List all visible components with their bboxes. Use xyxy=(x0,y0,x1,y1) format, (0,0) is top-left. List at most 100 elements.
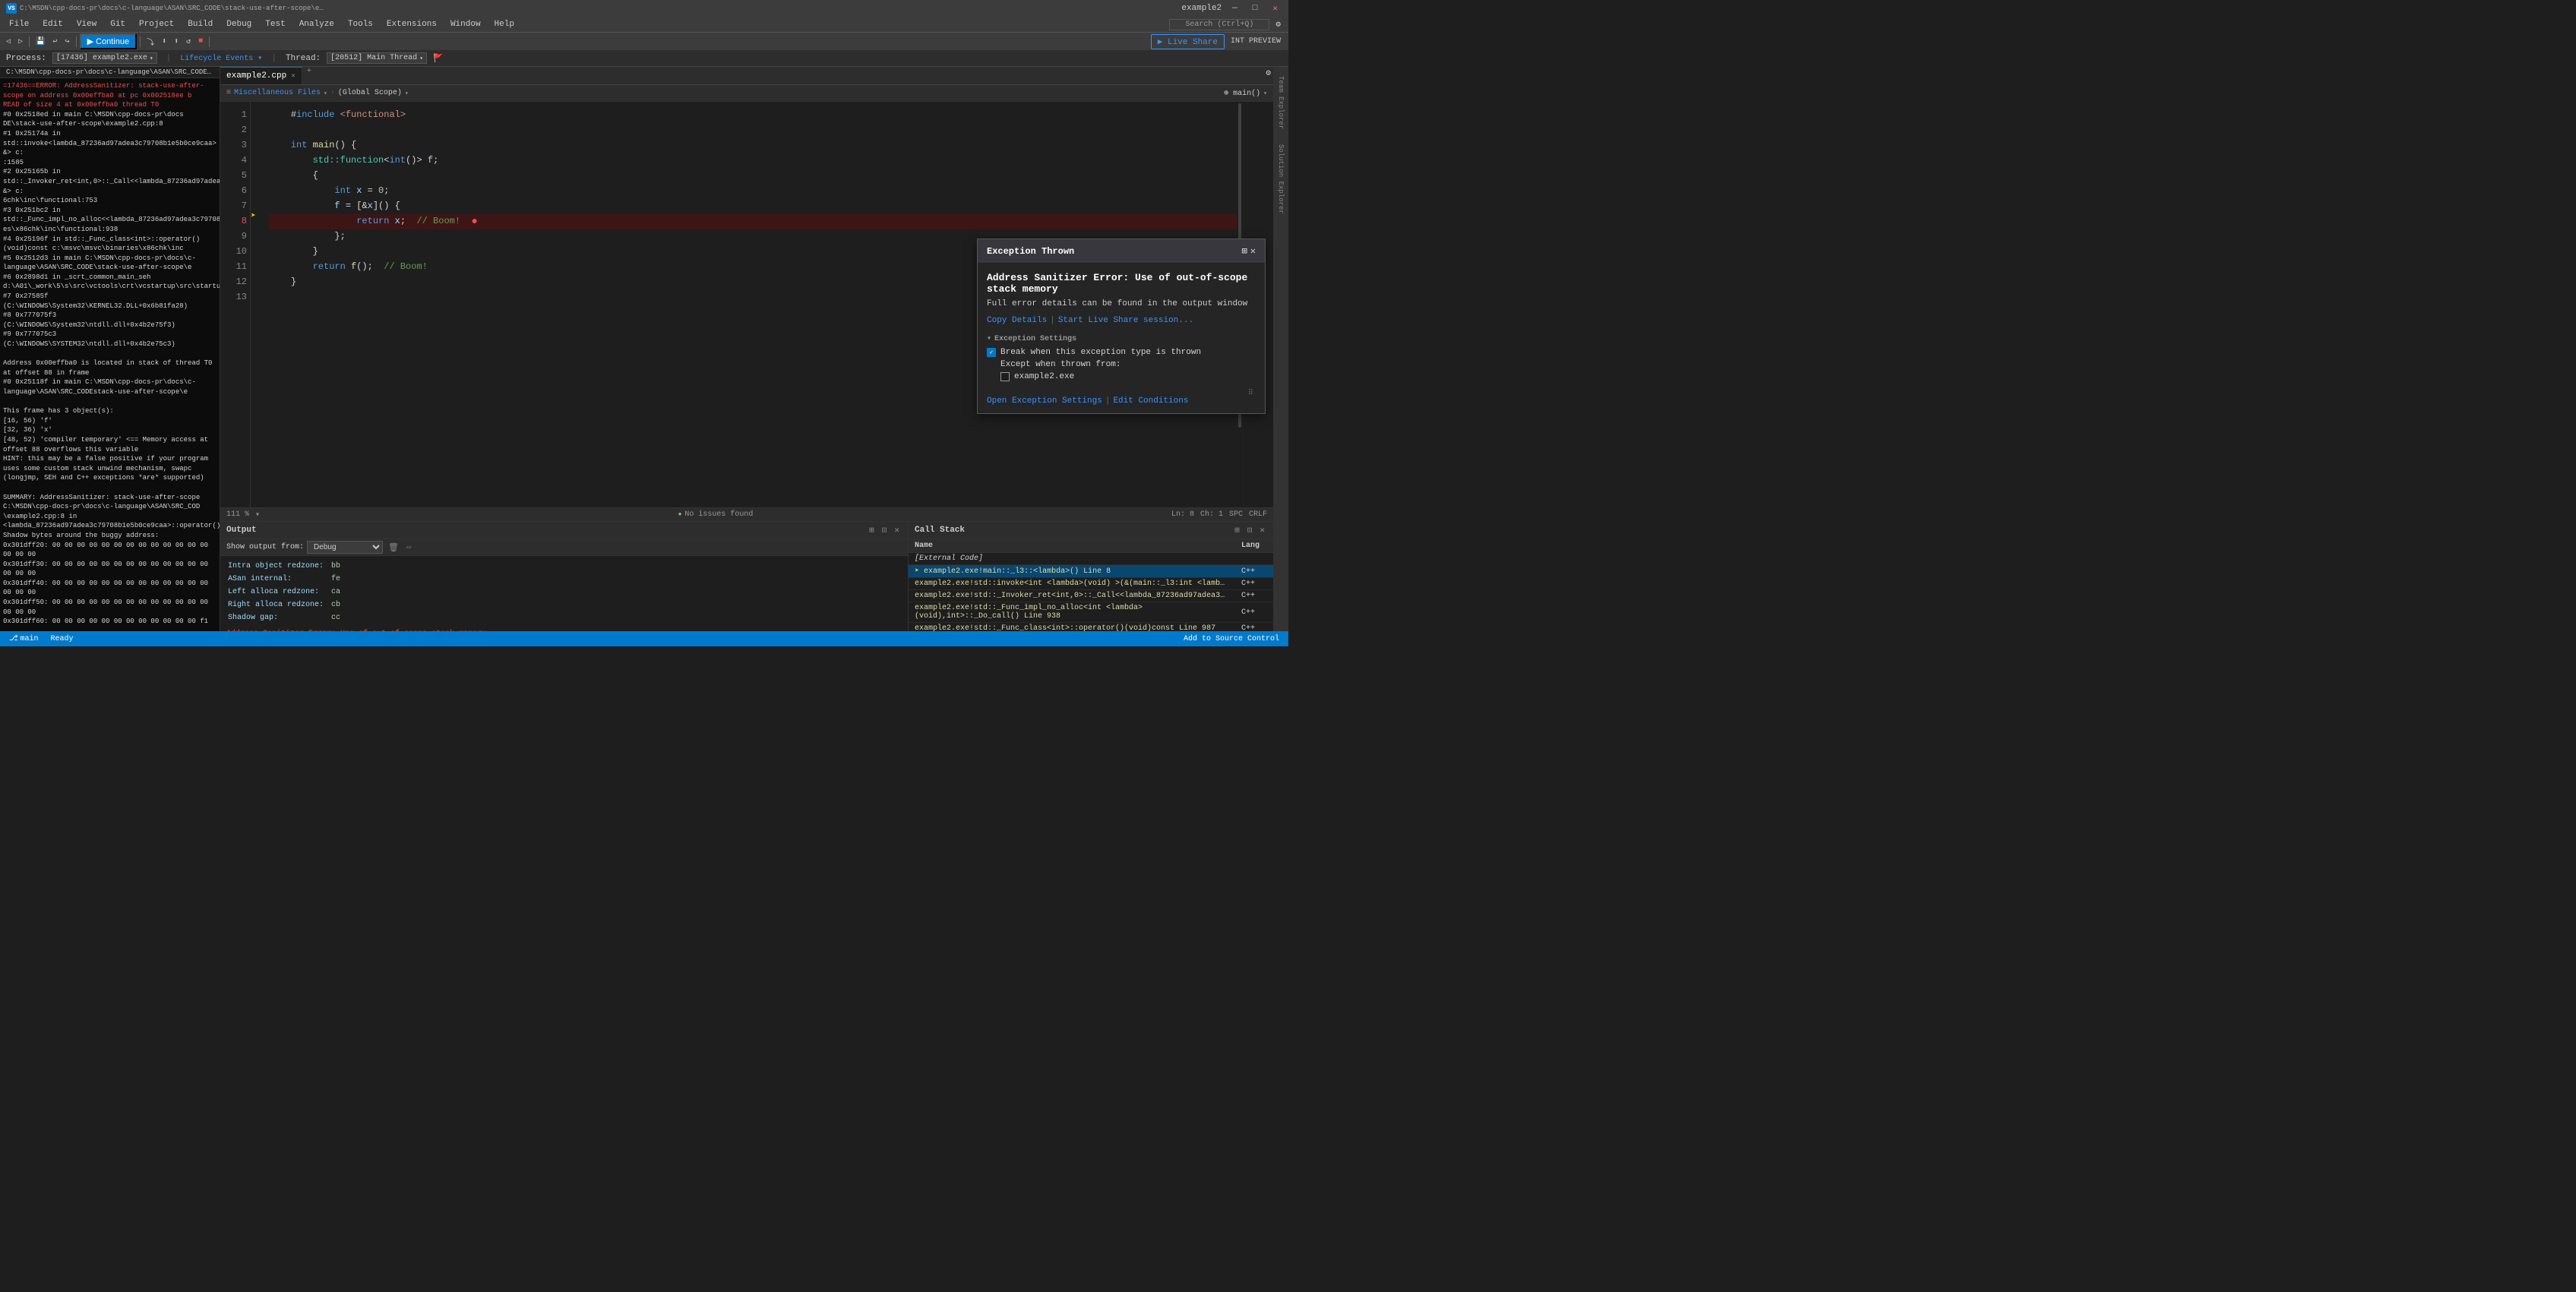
tab-add-btn[interactable]: + xyxy=(302,67,317,84)
example-exe-checkbox[interactable] xyxy=(1000,372,1010,381)
output-pin-btn[interactable]: ⊞ xyxy=(867,524,877,536)
maximize-btn[interactable]: □ xyxy=(1248,2,1263,14)
menu-file[interactable]: File xyxy=(3,18,35,30)
solution-explorer-tab[interactable]: Solution Explorer xyxy=(1275,138,1286,220)
middle-section: C:\MSDN\cpp-docs-pr\docs\c-language\ASAN… xyxy=(0,67,1288,631)
menu-help[interactable]: Help xyxy=(488,18,520,30)
menu-project[interactable]: Project xyxy=(133,18,180,30)
right-alloca-value: cb xyxy=(331,599,346,611)
status-right: Add to Source Control xyxy=(1181,635,1282,643)
toolbar-undo[interactable]: ↩ xyxy=(50,36,61,47)
popup-description: Full error details can be found in the o… xyxy=(987,299,1256,308)
stack-row-external[interactable]: [External Code] xyxy=(909,553,1273,565)
code-editor[interactable]: 1 2 3 4 5 6 7 8 9 10 11 12 13 xyxy=(220,102,1273,507)
stack-row-func-impl[interactable]: example2.exe!std::_Func_impl_no_alloc<in… xyxy=(909,602,1273,623)
process-selector[interactable]: [17436] example2.exe ▾ xyxy=(52,52,157,64)
toolbar-back[interactable]: ◁ xyxy=(3,36,14,47)
call-stack-title: Call Stack xyxy=(915,526,965,535)
terminal-title: C:\MSDN\cpp-docs-pr\docs\c-language\ASAN… xyxy=(6,68,213,76)
call-stack-pin-btn[interactable]: ⊞ xyxy=(1232,524,1242,536)
menu-bar: File Edit View Git Project Build Debug T… xyxy=(0,17,1288,32)
liveshare-btn[interactable]: ▶ Live Share xyxy=(1151,34,1225,49)
call-stack-header: Call Stack ⊞ ⊡ ✕ xyxy=(909,522,1273,539)
menu-extensions[interactable]: Extensions xyxy=(381,18,443,30)
toolbar-forward[interactable]: ▷ xyxy=(15,36,26,47)
output-close-btn[interactable]: ✕ xyxy=(892,524,902,536)
misc-files-dropdown[interactable]: Miscellaneous Files xyxy=(234,89,321,97)
invoker-cell: example2.exe!std::_Invoker_ret<int,0>::_… xyxy=(909,590,1235,602)
close-btn[interactable]: ✕ xyxy=(1268,2,1282,15)
menu-tools[interactable]: Tools xyxy=(342,18,379,30)
call-stack-popout-btn[interactable]: ⊡ xyxy=(1245,524,1255,536)
step-into[interactable]: ⬇ xyxy=(159,36,169,47)
step-over[interactable]: ⤵ xyxy=(144,35,157,49)
tab-close-btn[interactable]: ✕ xyxy=(291,72,295,80)
output-panel-title: Output xyxy=(226,526,257,535)
footer-separator: | xyxy=(1105,396,1111,406)
word-wrap-btn[interactable]: ⇔ xyxy=(404,542,414,553)
toolbar-sep-4 xyxy=(209,36,210,47)
int-preview-btn[interactable]: INT PREVIEW xyxy=(1226,36,1285,47)
open-exception-settings-link[interactable]: Open Exception Settings xyxy=(987,396,1102,406)
app-window: VS C:\MSDN\cpp-docs-pr\docs\c-language\A… xyxy=(0,0,1288,646)
step-out[interactable]: ⬆ xyxy=(171,36,182,47)
current-frame-icon: ➤ xyxy=(915,567,919,576)
output-source-selector[interactable]: Debug xyxy=(307,541,383,554)
menu-test[interactable]: Test xyxy=(259,18,291,30)
call-stack-close-btn[interactable]: ✕ xyxy=(1257,524,1267,536)
code-line-2 xyxy=(269,123,1237,138)
menu-edit[interactable]: Edit xyxy=(36,18,68,30)
process-label: Process: xyxy=(6,54,46,63)
main-func-dropdown[interactable]: ⊕ main() xyxy=(1224,89,1260,98)
stack-row-lambda[interactable]: ➤ example2.exe!main::_l3::<lambda>() Lin… xyxy=(909,565,1273,578)
popup-close-btn[interactable]: ✕ xyxy=(1250,245,1256,257)
menu-debug[interactable]: Debug xyxy=(220,18,258,30)
search-box[interactable]: Search (Ctrl+Q) xyxy=(1169,19,1269,30)
toolbar-sep-3 xyxy=(140,36,141,47)
editor-settings-btn[interactable]: ⚙ xyxy=(1263,67,1273,84)
break-exception-checkbox[interactable]: ✓ xyxy=(987,348,996,357)
liveshare-link[interactable]: Start Live Share session... xyxy=(1058,316,1193,325)
lifecycle-events[interactable]: Lifecycle Events ▾ xyxy=(180,54,262,63)
stack-row-invoker[interactable]: example2.exe!std::_Invoker_ret<int,0>::_… xyxy=(909,590,1273,602)
copy-details-link[interactable]: Copy Details xyxy=(987,316,1047,325)
output-panel-controls: ⊞ ⊡ ✕ xyxy=(867,524,902,536)
func-class-cell: example2.exe!std::_Func_class<int>::oper… xyxy=(909,623,1235,632)
thread-label: Thread: xyxy=(286,54,321,63)
thread-selector[interactable]: [20512] Main Thread ▾ xyxy=(327,52,427,64)
menu-git[interactable]: Git xyxy=(104,18,131,30)
menu-window[interactable]: Window xyxy=(444,18,487,30)
ready-status: Ready xyxy=(48,635,77,643)
title-bar-right: example2 — □ ✕ xyxy=(1181,2,1282,15)
continue-button[interactable]: ▶ Continue xyxy=(80,33,137,49)
stack-row-invoke[interactable]: example2.exe!std::invoke<int <lambda>(vo… xyxy=(909,578,1273,590)
call-stack-panel: Call Stack ⊞ ⊡ ✕ Name Lang xyxy=(909,522,1273,631)
git-status[interactable]: ⎇ main xyxy=(6,634,42,643)
minimize-btn[interactable]: — xyxy=(1228,2,1242,14)
zoom-level[interactable]: 111 % xyxy=(226,510,249,519)
menu-build[interactable]: Build xyxy=(182,18,219,30)
process-bar: Process: [17436] example2.exe ▾ | Lifecy… xyxy=(0,50,1288,67)
menu-view[interactable]: View xyxy=(71,18,103,30)
popup-pin-btn[interactable]: ⊞ xyxy=(1242,245,1247,257)
editor-right: example2.cpp ✕ + ⚙ ≡ Miscellaneous Files… xyxy=(220,67,1273,631)
team-explorer-tab[interactable]: Team Explorer xyxy=(1275,70,1286,135)
line-info[interactable]: Ln: 8 xyxy=(1171,510,1194,519)
global-scope-dropdown[interactable]: (Global Scope) xyxy=(338,89,402,97)
clear-output-btn[interactable]: 🗑 xyxy=(386,542,401,554)
add-to-source-btn[interactable]: Add to Source Control xyxy=(1181,635,1282,643)
indent-mode[interactable]: SPC xyxy=(1229,510,1243,519)
break-exception-label: Break when this exception type is thrown xyxy=(1000,348,1201,357)
edit-conditions-link[interactable]: Edit Conditions xyxy=(1113,396,1188,406)
output-popout-btn[interactable]: ⊡ xyxy=(880,524,890,536)
tab-example2[interactable]: example2.cpp ✕ xyxy=(220,67,302,84)
toolbar-redo[interactable]: ↪ xyxy=(62,36,73,47)
eol-mode[interactable]: CRLF xyxy=(1249,510,1267,519)
stack-row-func-class[interactable]: example2.exe!std::_Func_class<int>::oper… xyxy=(909,623,1273,632)
stop[interactable]: ■ xyxy=(195,36,206,46)
toolbar-sep-2 xyxy=(76,36,77,47)
settings-btn[interactable]: ⚙ xyxy=(1271,17,1285,31)
menu-analyze[interactable]: Analyze xyxy=(293,18,340,30)
toolbar-save[interactable]: 💾 xyxy=(33,36,48,47)
restart[interactable]: ↺ xyxy=(183,36,194,47)
